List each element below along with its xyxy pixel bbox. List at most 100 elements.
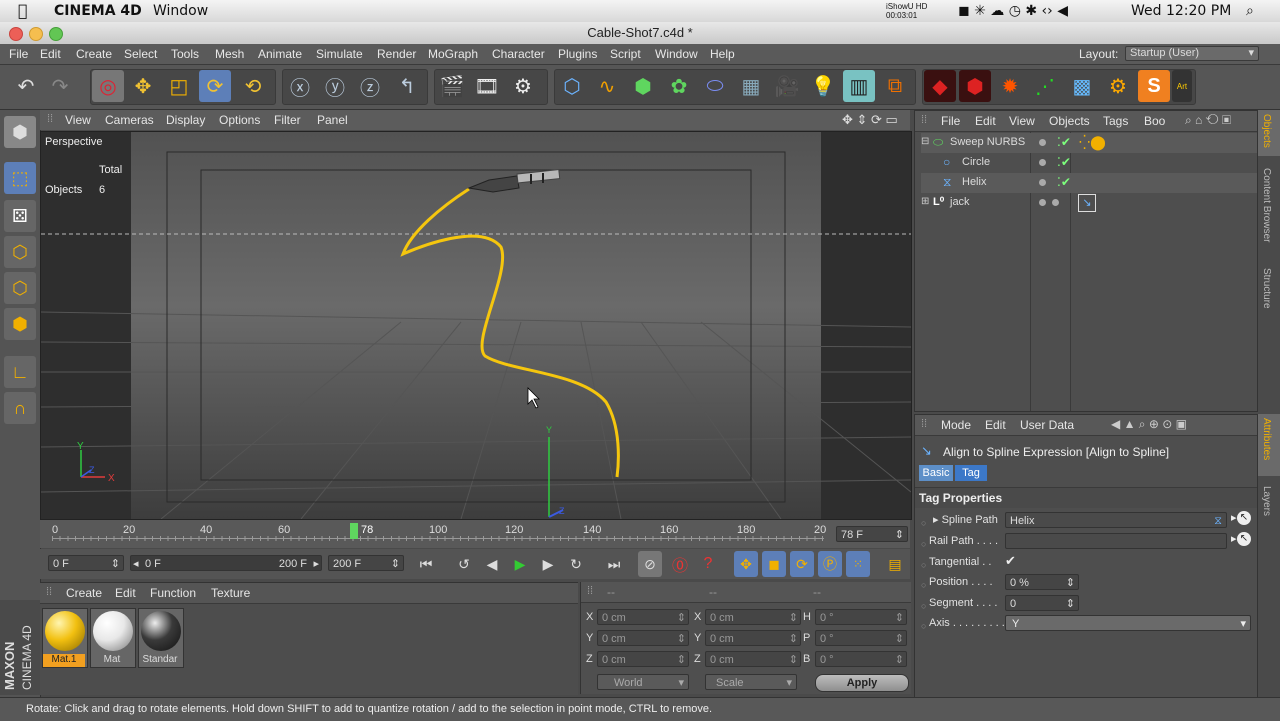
- clock[interactable]: Wed 12:20 PM: [1131, 3, 1231, 19]
- goto-prev-key-icon[interactable]: ↺: [452, 551, 476, 577]
- coord-mode-select[interactable]: Scale ▾: [705, 674, 797, 690]
- render-picture-viewer-icon[interactable]: 🎞: [471, 70, 503, 102]
- z-axis-lock-icon[interactable]: ⓩ: [354, 70, 386, 102]
- edges-mode-icon[interactable]: ⬡: [4, 272, 36, 304]
- size-z-field[interactable]: 0 cm ⇕: [705, 651, 801, 667]
- apply-button[interactable]: Apply: [815, 674, 909, 692]
- mat-menu-texture[interactable]: Texture: [211, 586, 250, 600]
- rot-p-field[interactable]: 0 ° ⇕: [815, 630, 907, 646]
- expand-icon[interactable]: ⊞: [921, 196, 929, 207]
- tab-tag[interactable]: Tag: [955, 465, 987, 481]
- key-pla-icon[interactable]: ⁙: [846, 551, 870, 577]
- live-selection-icon[interactable]: ◎: [92, 70, 124, 102]
- record-position-icon[interactable]: ⊘: [638, 551, 662, 577]
- move-icon[interactable]: ✥: [127, 70, 159, 102]
- object-row-circle[interactable]: ○ Circle ⁚✔: [921, 153, 1257, 173]
- coordinate-system-icon[interactable]: ↰: [391, 70, 423, 102]
- rail-path-link-field[interactable]: [1005, 533, 1227, 549]
- object-row-jack[interactable]: ⊞ L⁰ jack ↘: [921, 193, 1257, 213]
- menu-create[interactable]: Create: [76, 47, 112, 61]
- visibility-dot[interactable]: [1039, 139, 1046, 146]
- object-name[interactable]: Helix: [962, 176, 986, 188]
- step-forward-icon[interactable]: ▶: [536, 551, 560, 577]
- tray-icons[interactable]: ◼ ✳ ☁ ◷ ✱ ‹› ◀: [958, 3, 1068, 19]
- enabled-check-icon[interactable]: ⁚✔: [1057, 175, 1071, 189]
- timeline-window-icon[interactable]: ▤: [885, 551, 905, 577]
- light-icon[interactable]: 💡: [807, 70, 839, 102]
- render-dot[interactable]: [1052, 199, 1059, 206]
- material-swatch[interactable]: Standar: [138, 608, 184, 668]
- menu-simulate[interactable]: Simulate: [316, 47, 363, 61]
- menu-tools[interactable]: Tools: [171, 47, 199, 61]
- timeline-playhead[interactable]: [350, 523, 358, 539]
- link-menu-icon[interactable]: ▸: [1231, 511, 1237, 524]
- app-menu[interactable]: CINEMA 4D: [54, 3, 142, 19]
- menu-help[interactable]: Help: [710, 47, 735, 61]
- om-menu-file[interactable]: File: [941, 114, 960, 128]
- pos-z-field[interactable]: 0 cm ⇕: [597, 651, 689, 667]
- visibility-dot[interactable]: [1039, 159, 1046, 166]
- menu-select[interactable]: Select: [124, 47, 157, 61]
- play-icon[interactable]: ▶: [508, 551, 532, 577]
- dock-tab-objects[interactable]: Objects: [1261, 114, 1272, 148]
- menu-character[interactable]: Character: [492, 47, 545, 61]
- render-settings-icon[interactable]: ⚙: [507, 70, 539, 102]
- model-mode-icon[interactable]: ⬚: [4, 162, 36, 194]
- position-field[interactable]: 0 % ⇕: [1005, 574, 1079, 590]
- goto-end-icon[interactable]: ⏭: [600, 551, 628, 577]
- goto-next-key-icon[interactable]: ↻: [564, 551, 588, 577]
- y-axis-lock-icon[interactable]: ⓨ: [319, 70, 351, 102]
- object-row-sweep-nurbs[interactable]: ⊟ ⬭ Sweep NURBS ⁚✔ ⁛⬤: [921, 133, 1257, 153]
- scale-icon[interactable]: ◰: [163, 70, 195, 102]
- om-menu-view[interactable]: View: [1009, 114, 1035, 128]
- menu-mograph[interactable]: MoGraph: [428, 47, 478, 61]
- snap-magnet-icon[interactable]: ∩: [4, 392, 36, 424]
- recent-tools-icon[interactable]: ⟲: [237, 70, 269, 102]
- vp-menu-filter[interactable]: Filter: [274, 113, 301, 127]
- visibility-dot[interactable]: [1039, 179, 1046, 186]
- om-search-icons[interactable]: ⌕ ⌂ ⟲ ▣: [1185, 113, 1231, 128]
- plugin-art-icon[interactable]: Art: [1172, 70, 1192, 102]
- plugin-icon[interactable]: ⧉: [879, 70, 911, 102]
- record-active-icon[interactable]: ⓪: [668, 551, 692, 577]
- anim-dot[interactable]: ○: [921, 560, 926, 570]
- link-pick-icon[interactable]: ↖: [1237, 511, 1251, 525]
- timeline-ruler[interactable]: 0 20 40 60 78 100 120 140 160 180 20 78 …: [40, 520, 910, 548]
- am-menu-mode[interactable]: Mode: [941, 418, 971, 432]
- menu-file[interactable]: File: [9, 47, 28, 61]
- pos-y-field[interactable]: 0 cm ⇕: [597, 630, 689, 646]
- enabled-check-icon[interactable]: ⁚✔: [1057, 135, 1071, 149]
- goto-start-icon[interactable]: ⏮: [412, 551, 440, 577]
- object-name[interactable]: Circle: [962, 156, 990, 168]
- mograph-icon[interactable]: ▥: [843, 70, 875, 102]
- spline-pen-icon[interactable]: ∿: [591, 70, 623, 102]
- om-menu-tags[interactable]: Tags: [1103, 114, 1128, 128]
- nurbs-icon[interactable]: ⬢: [627, 70, 659, 102]
- menu-plugins[interactable]: Plugins: [558, 47, 597, 61]
- autokey-icon[interactable]: ?: [696, 551, 720, 577]
- link-menu-icon[interactable]: ▸: [1231, 532, 1237, 545]
- anim-dot[interactable]: ○: [921, 539, 926, 549]
- key-param-icon[interactable]: Ⓟ: [818, 551, 842, 577]
- plugin-e-icon[interactable]: ▩: [1066, 70, 1098, 102]
- object-row-helix[interactable]: ⧖ Helix ⁚✔: [921, 173, 1257, 193]
- visibility-dot[interactable]: [1039, 199, 1046, 206]
- key-position-icon[interactable]: ✥: [734, 551, 758, 577]
- x-axis-lock-icon[interactable]: ⓧ: [284, 70, 316, 102]
- end-frame-field[interactable]: 200 F ⇕: [328, 555, 404, 571]
- key-rotation-icon[interactable]: ⟳: [790, 551, 814, 577]
- start-frame-field[interactable]: 0 F ⇕: [48, 555, 124, 571]
- vp-menu-panel[interactable]: Panel: [317, 113, 348, 127]
- points-mode-icon[interactable]: ⬡: [4, 236, 36, 268]
- size-x-field[interactable]: 0 cm ⇕: [705, 609, 801, 625]
- mat-menu-function[interactable]: Function: [150, 586, 196, 600]
- polygons-mode-icon[interactable]: ⬢: [4, 308, 36, 340]
- spotlight-icon[interactable]: ⌕: [1246, 3, 1254, 19]
- viewport-perspective[interactable]: Perspective Total Objects 6 Y X Z Y Z: [40, 131, 912, 520]
- plugin-a-icon[interactable]: ◆: [924, 70, 956, 102]
- rot-b-field[interactable]: 0 ° ⇕: [815, 651, 907, 667]
- am-menu-user-data[interactable]: User Data: [1020, 418, 1074, 432]
- vp-menu-cameras[interactable]: Cameras: [105, 113, 154, 127]
- enabled-check-icon[interactable]: ⁚✔: [1057, 155, 1071, 169]
- tab-basic[interactable]: Basic: [919, 465, 953, 481]
